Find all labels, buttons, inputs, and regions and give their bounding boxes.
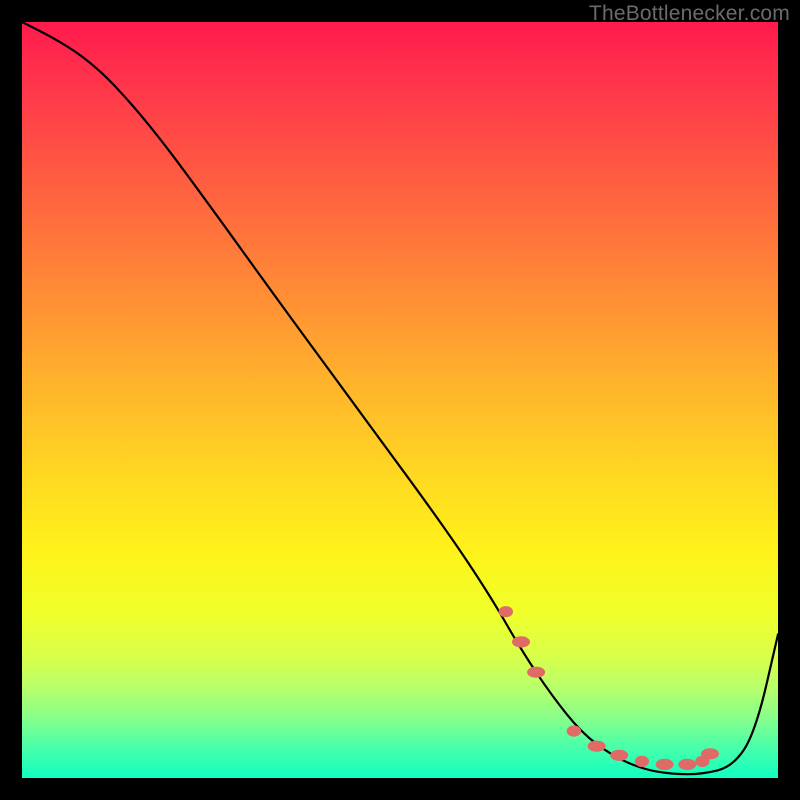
curve-marker [656,759,674,770]
curve-marker [567,726,581,737]
curve-marker [588,741,606,752]
chart-frame: TheBottlenecker.com [0,0,800,800]
curve-marker [499,606,513,617]
curve-marker [678,759,696,770]
curve-marker [701,748,719,759]
curve-marker [527,667,545,678]
curve-marker [635,756,649,767]
plot-area [22,22,778,778]
marker-layer [499,606,719,770]
watermark-text: TheBottlenecker.com [589,2,790,26]
bottleneck-curve [22,22,778,774]
curve-marker [512,636,530,647]
curve-marker [610,750,628,761]
chart-svg [22,22,778,778]
